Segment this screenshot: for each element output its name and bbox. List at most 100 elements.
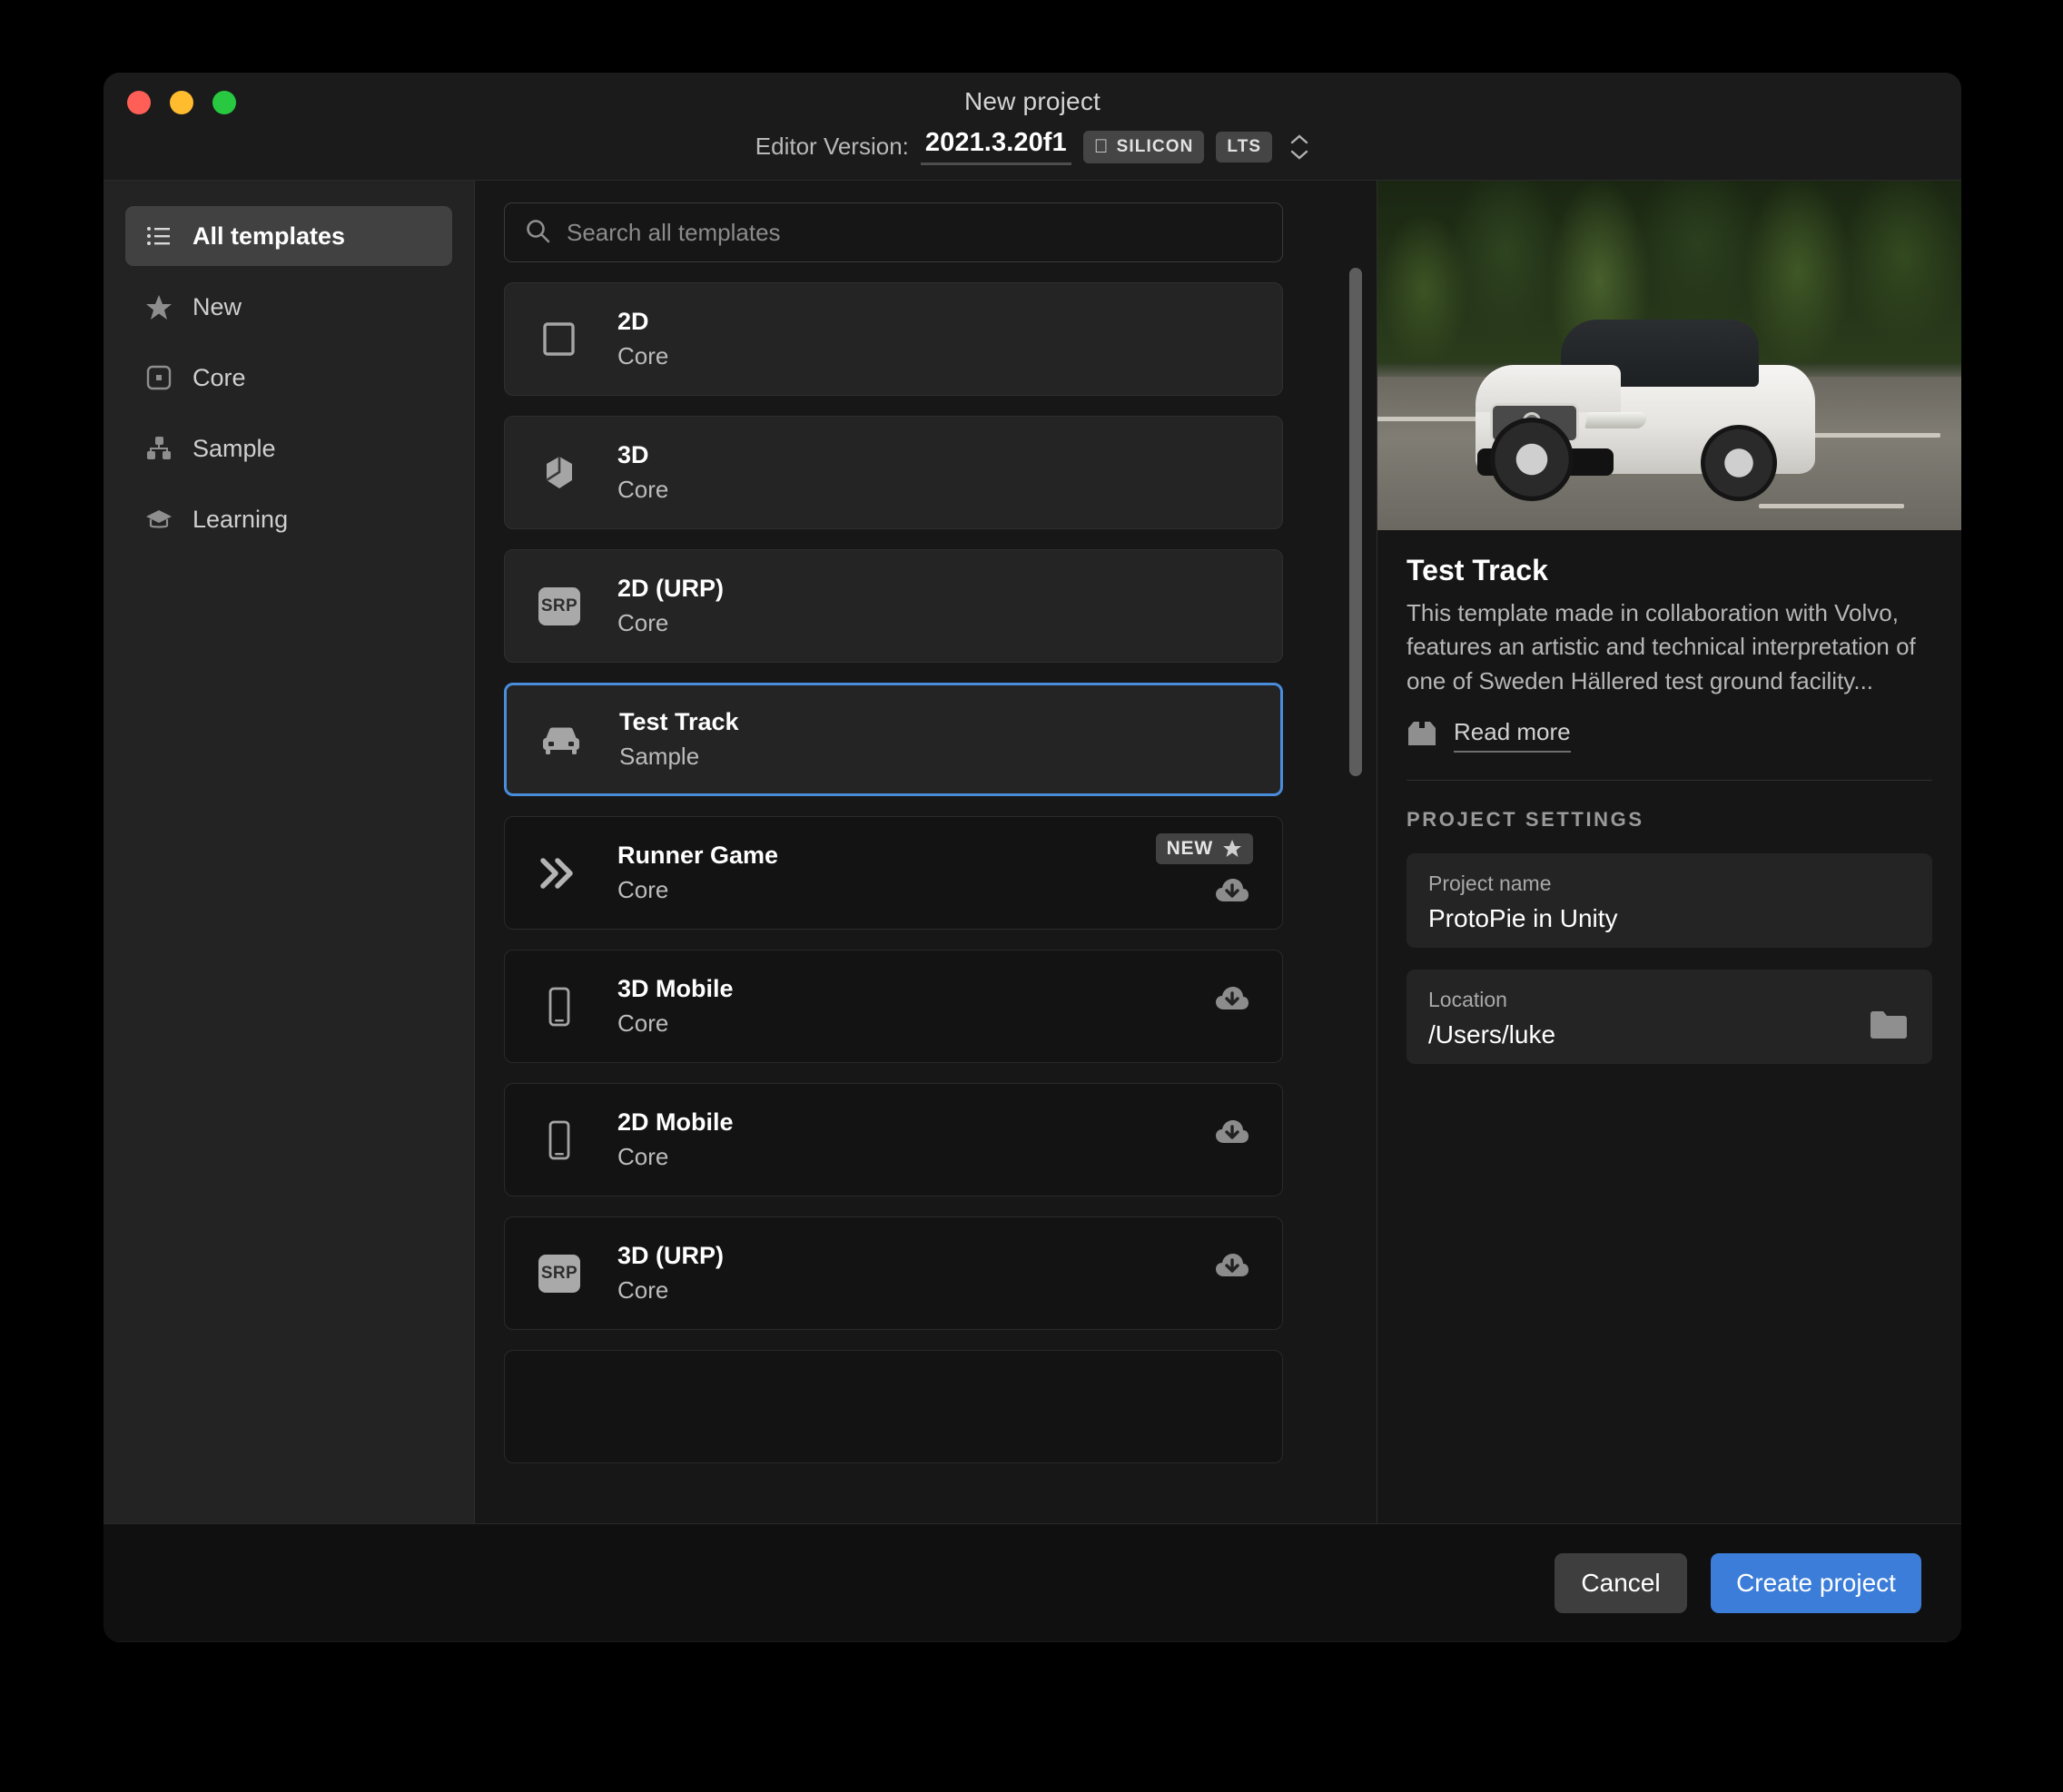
template-row-runner-game[interactable]: Runner Game Core NEW — [504, 816, 1283, 930]
srp-chip-icon: SRP — [538, 585, 581, 628]
editor-version-label: Editor Version: — [755, 133, 909, 161]
chevron-down-icon — [1289, 149, 1309, 161]
search-icon — [525, 218, 550, 248]
star-icon — [145, 293, 173, 320]
template-category: Core — [617, 609, 724, 637]
template-preview-image — [1377, 181, 1961, 530]
minimize-window-button[interactable] — [170, 91, 193, 114]
download-icon[interactable] — [1215, 1252, 1249, 1284]
phone-icon — [538, 985, 581, 1029]
silicon-badge:  SILICON — [1083, 131, 1205, 163]
sidebar: All templates New Core — [104, 181, 475, 1523]
phone-icon — [538, 1118, 581, 1162]
download-icon[interactable] — [1215, 985, 1249, 1017]
sidebar-item-new[interactable]: New — [125, 277, 452, 337]
star-icon — [1222, 839, 1242, 858]
cancel-button[interactable]: Cancel — [1555, 1553, 1687, 1613]
sidebar-item-label: New — [192, 293, 242, 321]
volvo-car-illustration — [1463, 300, 1826, 507]
project-name-value: ProtoPie in Unity — [1428, 904, 1910, 933]
create-project-button[interactable]: Create project — [1711, 1553, 1921, 1613]
location-field[interactable]: Location /Users/luke — [1407, 970, 1932, 1064]
project-settings-title: PROJECT SETTINGS — [1407, 808, 1932, 832]
template-category: Core — [617, 876, 778, 904]
templates-list: 2D Core 3D Core SRP 2D (U — [504, 282, 1283, 1463]
template-category: Core — [617, 1009, 734, 1038]
template-row-test-track[interactable]: Test Track Sample — [504, 683, 1283, 796]
template-name: 2D — [617, 308, 668, 336]
template-category: Core — [617, 342, 668, 370]
project-name-field[interactable]: Project name ProtoPie in Unity — [1407, 853, 1932, 948]
square-2d-icon — [538, 318, 581, 361]
list-icon — [145, 222, 173, 250]
download-icon[interactable] — [1215, 1118, 1249, 1150]
search-input[interactable]: Search all templates — [504, 202, 1283, 262]
lts-badge-label: LTS — [1227, 138, 1261, 155]
template-row-3d-mobile[interactable]: 3D Mobile Core — [504, 950, 1283, 1063]
template-name: 3D — [617, 441, 668, 469]
template-name: Runner Game — [617, 842, 778, 870]
project-settings-section: PROJECT SETTINGS Project name ProtoPie i… — [1377, 781, 1961, 1064]
page-title: New project — [104, 73, 1961, 116]
template-category: Core — [617, 1143, 734, 1171]
detail-description: This template made in collaboration with… — [1407, 596, 1932, 698]
template-name: 2D (URP) — [617, 575, 724, 603]
editor-version-row: Editor Version: 2021.3.20f1  SILICON LT… — [104, 128, 1961, 165]
sidebar-item-core[interactable]: Core — [125, 348, 452, 408]
search-placeholder: Search all templates — [567, 219, 781, 247]
blocks-icon — [145, 435, 173, 462]
car-icon — [539, 718, 583, 762]
sidebar-item-sample[interactable]: Sample — [125, 418, 452, 478]
status-badge-new: NEW — [1156, 833, 1253, 864]
template-row-3d-urp[interactable]: SRP 3D (URP) Core — [504, 1216, 1283, 1330]
scrollbar-thumb[interactable] — [1349, 268, 1362, 776]
template-category: Core — [617, 476, 668, 504]
project-name-label: Project name — [1428, 871, 1910, 896]
sidebar-item-all-templates[interactable]: All templates — [125, 206, 452, 266]
graduation-cap-icon — [145, 506, 173, 533]
template-row-2d-mobile[interactable]: 2D Mobile Core — [504, 1083, 1283, 1196]
srp-chip-icon: SRP — [538, 1252, 581, 1295]
new-project-dialog: New project Editor Version: 2021.3.20f1 … — [104, 73, 1961, 1642]
templates-scrollbar[interactable] — [1349, 268, 1362, 1212]
sidebar-item-label: Core — [192, 364, 246, 392]
title-bar: New project Editor Version: 2021.3.20f1 … — [104, 73, 1961, 180]
sidebar-item-learning[interactable]: Learning — [125, 489, 452, 549]
read-more-link[interactable]: Read more — [1407, 718, 1932, 753]
lts-badge: LTS — [1216, 132, 1272, 162]
sidebar-item-label: Learning — [192, 506, 288, 534]
template-name: 3D Mobile — [617, 975, 734, 1003]
sidebar-item-label: Sample — [192, 435, 276, 463]
window-controls — [127, 91, 236, 114]
template-category: Core — [617, 1276, 724, 1305]
editor-version-value[interactable]: 2021.3.20f1 — [921, 128, 1071, 165]
download-icon[interactable] — [1215, 877, 1249, 909]
detail-title: Test Track — [1407, 554, 1932, 587]
template-category: Sample — [619, 743, 739, 771]
template-row-2d[interactable]: 2D Core — [504, 282, 1283, 396]
template-name: 2D Mobile — [617, 1108, 734, 1137]
dialog-body: All templates New Core — [104, 180, 1961, 1523]
maximize-window-button[interactable] — [212, 91, 236, 114]
location-value: /Users/luke — [1428, 1020, 1910, 1049]
template-name: 3D (URP) — [617, 1242, 724, 1270]
cube-3d-icon — [538, 451, 581, 495]
version-stepper[interactable] — [1289, 133, 1309, 161]
close-window-button[interactable] — [127, 91, 151, 114]
silicon-badge-label: SILICON — [1117, 138, 1194, 155]
template-row-3d[interactable]: 3D Core — [504, 416, 1283, 529]
sidebar-item-label: All templates — [192, 222, 345, 251]
package-icon — [1407, 720, 1437, 752]
template-detail-panel: Test Track This template made in collabo… — [1377, 181, 1961, 1523]
dialog-footer: Cancel Create project — [104, 1523, 1961, 1641]
square-dot-icon — [145, 364, 173, 391]
location-label: Location — [1428, 988, 1910, 1012]
templates-panel: Search all templates 2D Core — [475, 181, 1377, 1523]
template-detail-info: Test Track This template made in collabo… — [1377, 530, 1961, 781]
chevrons-right-icon — [538, 852, 581, 895]
folder-icon[interactable] — [1869, 1009, 1909, 1045]
apple-logo-icon:  — [1094, 137, 1110, 156]
template-row-2d-urp[interactable]: SRP 2D (URP) Core — [504, 549, 1283, 663]
template-row-partial[interactable] — [504, 1350, 1283, 1463]
new-badge-label: NEW — [1167, 839, 1213, 858]
